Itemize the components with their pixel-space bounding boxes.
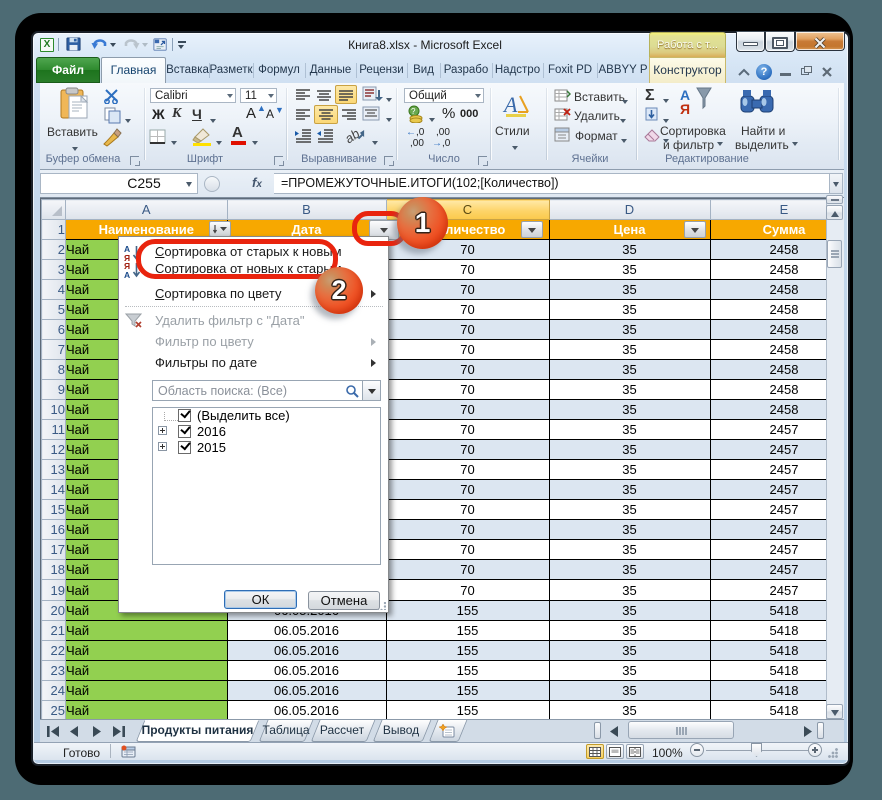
svg-text:?: ? (411, 107, 416, 116)
svg-text:А: А (124, 270, 130, 280)
svg-text:Я: Я (680, 101, 690, 117)
svg-text:A: A (502, 92, 518, 117)
